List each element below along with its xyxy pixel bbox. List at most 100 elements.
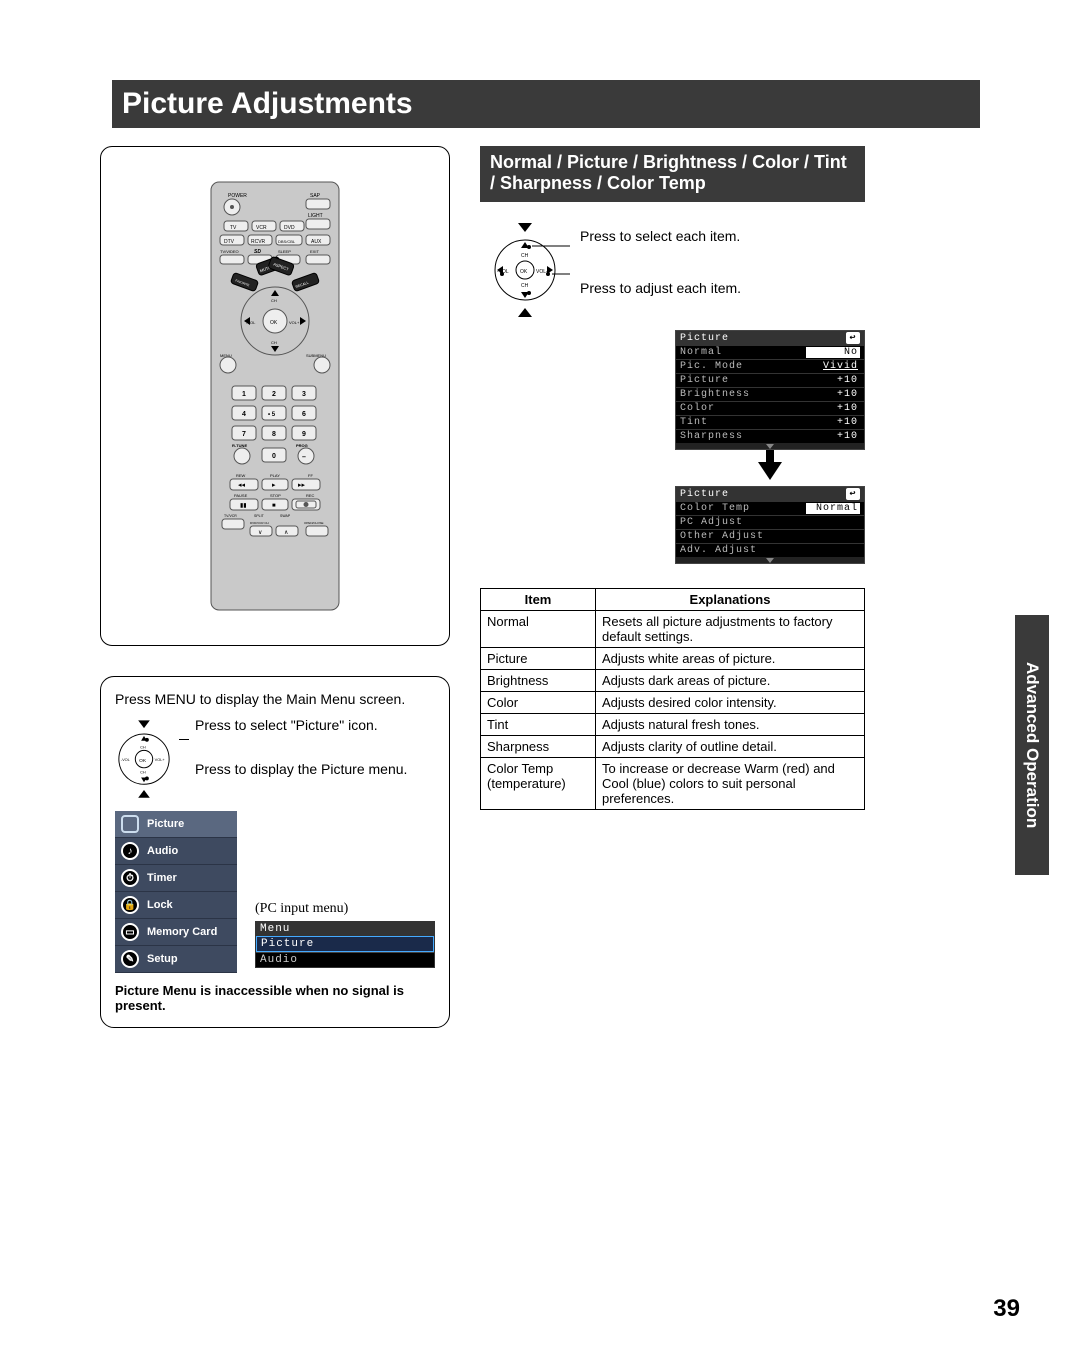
svg-text:• 5: • 5 [268,412,276,418]
svg-text:PAUSE: PAUSE [234,493,248,498]
svg-text:PLAY: PLAY [270,473,280,478]
svg-text:OPEN/CLOSE: OPEN/CLOSE [304,521,324,525]
svg-text:CH: CH [140,745,146,749]
svg-text:–: – [302,454,306,461]
svg-text:AUX: AUX [311,239,322,245]
lock-icon: 🔒 [121,896,139,914]
svg-text:VCR: VCR [256,225,267,231]
svg-text:3: 3 [302,391,306,398]
svg-text:VOL+: VOL+ [155,758,166,762]
page-title: Picture Adjustments [112,87,413,121]
svg-text:FF: FF [308,473,313,478]
svg-text:R-TUNE: R-TUNE [232,443,247,448]
arrow-down-icon [758,462,782,480]
svg-text:DVD/VCR CH: DVD/VCR CH [250,521,269,525]
svg-text:REW: REW [236,473,246,478]
page-number: 39 [993,1295,1020,1323]
table-row: SharpnessAdjusts clarity of outline deta… [481,736,865,758]
table-row: BrightnessAdjusts dark areas of picture. [481,670,865,692]
main-menu-item-memory: ▭Memory Card [115,919,237,946]
svg-text:LIGHT: LIGHT [308,213,323,219]
svg-text:CH: CH [271,340,277,345]
main-menu-item-audio: ♪Audio [115,838,237,865]
table-row: TintAdjusts natural fresh tones. [481,714,865,736]
page-title-bar: Picture Adjustments [100,80,980,128]
main-menu-list: Picture ♪Audio ⏱Timer 🔒Lock ▭Memory Card… [115,811,237,973]
osd-picture-1: Picture↩ NormalNo Pic. ModeVivid Picture… [675,330,865,450]
display-picture-text: Press to display the Picture menu. [195,761,435,777]
main-menu-item-setup: ✎Setup [115,946,237,973]
svg-text:■: ■ [272,503,276,509]
svg-text:6: 6 [302,411,306,418]
main-menu-item-lock: 🔒Lock [115,892,237,919]
svg-text:7: 7 [242,431,246,438]
press-select-text: Press to select each item. [580,228,865,244]
remote-illustration: POWER SAP LIGHT TV VCR DVD DTV RCVR DBS/… [100,146,450,646]
svg-text:▸: ▸ [272,482,276,489]
svg-text:9: 9 [302,431,306,438]
svg-text:0: 0 [272,453,276,460]
audio-icon: ♪ [121,842,139,860]
svg-text:REC: REC [306,493,315,498]
return-icon: ↩ [846,332,860,344]
navpad-small-icon: OK CH CH -VOL VOL+ [115,717,173,807]
svg-text:TV/VCR: TV/VCR [224,514,237,518]
svg-text:DTV: DTV [224,239,235,245]
svg-text:SWAP: SWAP [280,514,291,518]
setup-icon: ✎ [121,950,139,968]
svg-text:DVD: DVD [284,225,295,231]
svg-text:VOL+: VOL+ [289,320,300,325]
picture-icon [121,815,139,833]
navpad-icon: OK CH CH -VOL VOL+ [480,220,570,320]
section-banner: Normal / Picture / Brightness / Color / … [480,146,865,202]
svg-text:SAP: SAP [310,193,321,199]
side-tab: Advanced Operation [1015,615,1049,875]
table-row: PictureAdjusts white areas of picture. [481,648,865,670]
memory-card-icon: ▭ [121,923,139,941]
table-row: Color Temp (temperature)To increase or d… [481,758,865,810]
svg-text:STOP: STOP [270,493,281,498]
svg-text:∨: ∨ [258,530,262,536]
table-row: NormalResets all picture adjustments to … [481,611,865,648]
svg-text:-VOL: -VOL [121,758,131,762]
svg-text:CH: CH [271,298,277,303]
svg-text:∧: ∧ [284,530,288,536]
svg-text:TV/VIDEO: TV/VIDEO [220,249,239,254]
svg-text:1: 1 [242,391,246,398]
svg-text:◂◂: ◂◂ [238,482,246,489]
menu-instruction-box: Press MENU to display the Main Menu scre… [100,676,450,1028]
svg-text:DBS/CBL: DBS/CBL [278,239,296,244]
osd-picture-2: Picture↩ Color TempNormal PC Adjust Othe… [675,486,865,564]
timer-icon: ⏱ [121,869,139,887]
svg-text:POWER: POWER [228,193,247,199]
svg-text:EXIT: EXIT [310,249,319,254]
return-icon: ↩ [846,488,860,500]
svg-text:SLEEP: SLEEP [278,249,291,254]
svg-text:-VOL: -VOL [246,320,256,325]
svg-text:VOL+: VOL+ [536,269,549,275]
svg-text:OK: OK [270,320,278,326]
svg-text:OK: OK [139,758,147,764]
svg-text:CH: CH [521,253,529,259]
svg-text:OK: OK [520,269,528,275]
menu-instruction-text: Press MENU to display the Main Menu scre… [115,691,435,707]
svg-text:CH: CH [521,283,529,289]
svg-text:▮▮: ▮▮ [240,503,247,509]
select-picture-text: Press to select "Picture" icon. [195,717,435,733]
pc-input-menu: Menu Picture Audio [255,921,435,968]
svg-text:SD: SD [254,249,261,255]
svg-text:8: 8 [272,431,276,438]
table-row: ColorAdjusts desired color intensity. [481,692,865,714]
svg-text:▸▸: ▸▸ [298,482,306,489]
main-menu-item-picture: Picture [115,811,237,838]
svg-text:TV: TV [230,225,237,231]
pc-input-label: (PC input menu) [255,901,435,917]
svg-text:-VOL: -VOL [497,269,509,275]
remote-svg: POWER SAP LIGHT TV VCR DVD DTV RCVR DBS/… [210,181,340,611]
explanations-table: ItemExplanations NormalResets all pictur… [480,588,865,810]
svg-text:SPLIT: SPLIT [254,514,265,518]
svg-text:PROG: PROG [296,443,308,448]
press-adjust-text: Press to adjust each item. [580,280,865,296]
svg-text:RCVR: RCVR [251,239,266,245]
main-menu-item-timer: ⏱Timer [115,865,237,892]
